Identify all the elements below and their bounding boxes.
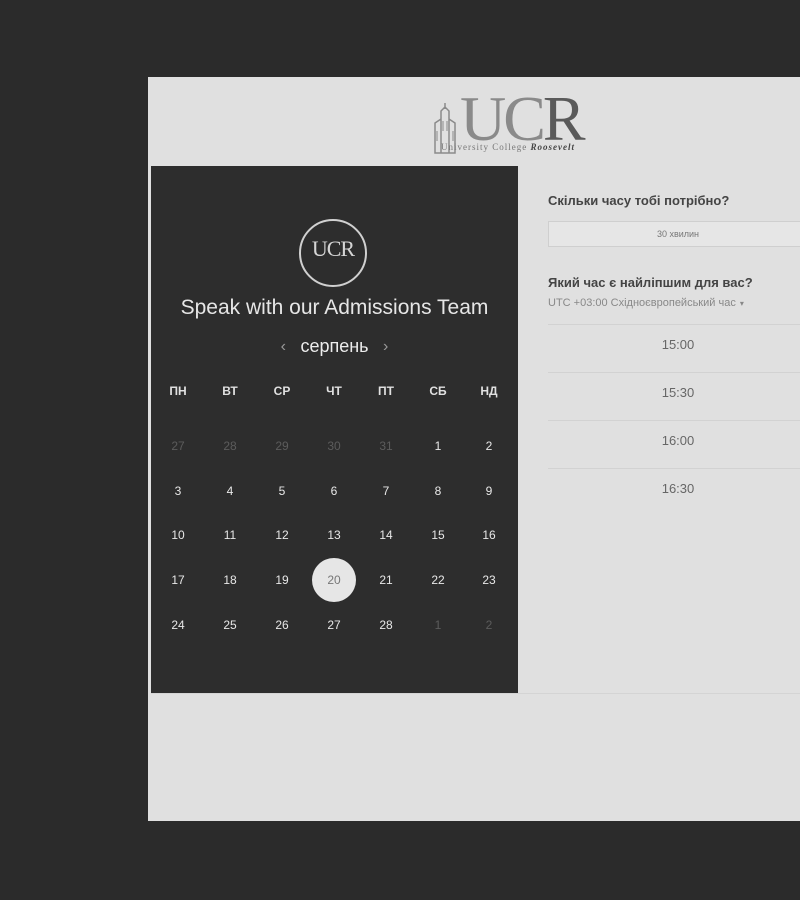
day-cell[interactable]: 13 <box>312 513 356 557</box>
chevron-left-icon[interactable]: ‹ <box>271 338 296 356</box>
ucr-badge-logo: UCR <box>299 219 367 287</box>
day-cell[interactable]: 8 <box>416 469 460 513</box>
weekday-label: ПН <box>169 384 187 398</box>
duration-select[interactable]: 30 хвилин <box>548 221 800 247</box>
caret-down-icon: ▾ <box>739 299 744 308</box>
day-cell[interactable]: 7 <box>364 469 408 513</box>
month-label: серпень <box>300 336 369 356</box>
month-navigation: ‹ серпень › <box>151 336 518 360</box>
day-cell[interactable]: 19 <box>260 558 304 602</box>
day-cell[interactable]: 15 <box>416 513 460 557</box>
weekday-label: ЧТ <box>326 384 342 398</box>
day-cell[interactable]: 16 <box>467 513 511 557</box>
weekday-label: СР <box>273 384 291 398</box>
time-slot[interactable]: 16:30 <box>548 468 800 509</box>
day-cell[interactable]: 23 <box>467 558 511 602</box>
day-cell[interactable]: 14 <box>364 513 408 557</box>
day-cell: 2 <box>485 618 493 632</box>
day-cell: 30 <box>327 439 341 453</box>
day-cell[interactable]: 25 <box>208 603 252 647</box>
weekday-label: СБ <box>429 384 447 398</box>
chevron-right-icon[interactable]: › <box>373 338 398 356</box>
day-cell[interactable]: 26 <box>260 603 304 647</box>
day-cell: 28 <box>223 439 237 453</box>
time-question: Який час є найліпшим для вас? <box>548 275 753 290</box>
day-cell[interactable]: 17 <box>156 558 200 602</box>
day-cell-selected[interactable]: 20 <box>312 558 356 602</box>
divider <box>151 693 800 694</box>
duration-question: Скільки часу тобі потрібно? <box>548 193 730 208</box>
calendar-panel: UCR Speak with our Admissions Team ‹ сер… <box>151 166 518 693</box>
day-cell[interactable]: 27 <box>312 603 356 647</box>
day-cell[interactable]: 22 <box>416 558 460 602</box>
day-cell: 1 <box>434 618 442 632</box>
weekday-label: ВТ <box>222 384 238 398</box>
day-cell[interactable]: 18 <box>208 558 252 602</box>
logo-subtitle: University College Roosevelt <box>441 142 575 152</box>
day-cell[interactable]: 12 <box>260 513 304 557</box>
ucr-logo: UCR University College Roosevelt <box>431 87 611 157</box>
day-cell[interactable]: 5 <box>260 469 304 513</box>
day-cell[interactable]: 1 <box>416 424 460 468</box>
day-cell[interactable]: 10 <box>156 513 200 557</box>
day-cell[interactable]: 11 <box>208 513 252 557</box>
timezone-select[interactable]: UTC +03:00 Східноєвропейський час ▾ <box>548 297 744 309</box>
day-cell[interactable]: 4 <box>208 469 252 513</box>
weekday-label: НД <box>480 384 498 398</box>
day-cell[interactable]: 24 <box>156 603 200 647</box>
day-cell[interactable]: 2 <box>467 424 511 468</box>
day-cell[interactable]: 6 <box>312 469 356 513</box>
time-slot[interactable]: 16:00 <box>548 420 800 461</box>
day-cell[interactable]: 3 <box>156 469 200 513</box>
time-slot[interactable]: 15:00 <box>548 324 800 365</box>
day-cell[interactable]: 21 <box>364 558 408 602</box>
day-cell: 29 <box>275 439 289 453</box>
weekday-label: ПТ <box>378 384 394 398</box>
day-cell[interactable]: 9 <box>467 469 511 513</box>
day-cell: 31 <box>379 439 393 453</box>
calendar-title: Speak with our Admissions Team <box>180 296 489 319</box>
booking-page: UCR University College Roosevelt UCR Spe… <box>148 77 800 821</box>
day-cell[interactable]: 28 <box>364 603 408 647</box>
day-cell: 27 <box>171 439 185 453</box>
time-slot[interactable]: 15:30 <box>548 372 800 413</box>
